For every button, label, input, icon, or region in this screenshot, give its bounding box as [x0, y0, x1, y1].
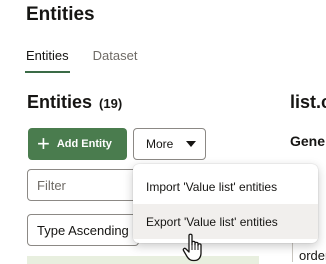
- more-button[interactable]: More: [133, 128, 206, 160]
- filter-input[interactable]: [27, 169, 139, 201]
- entities-heading: Entities (19): [27, 92, 122, 113]
- add-entity-button[interactable]: + Add Entity: [28, 128, 127, 160]
- detail-title: list.c: [290, 92, 326, 112]
- menu-item-export-value-list[interactable]: Export 'Value list' entities: [133, 204, 318, 239]
- sort-select[interactable]: Type Ascending: [27, 214, 139, 246]
- sort-select-value: Type Ascending: [37, 222, 129, 238]
- menu-item-import-value-list[interactable]: Import 'Value list' entities: [133, 169, 318, 204]
- page-title: Entities: [26, 4, 95, 25]
- entity-list-item[interactable]: [27, 256, 259, 264]
- add-entity-label: Add Entity: [56, 138, 112, 150]
- entities-count: (19): [99, 96, 123, 111]
- hand-cursor-icon: [182, 233, 202, 262]
- caret-down-icon: [186, 141, 197, 147]
- tab-dataset[interactable]: Dataset: [93, 47, 138, 73]
- more-dropdown-menu: Import 'Value list' entities Export 'Val…: [133, 164, 318, 243]
- entities-heading-label: Entities: [27, 92, 93, 112]
- detail-section-heading: Gene: [290, 133, 326, 149]
- more-label: More: [146, 137, 174, 151]
- plus-icon: +: [37, 131, 50, 156]
- tab-bar: Entities Dataset: [25, 47, 161, 73]
- tab-entities[interactable]: Entities: [25, 47, 70, 73]
- detail-field-text: order: [299, 248, 326, 263]
